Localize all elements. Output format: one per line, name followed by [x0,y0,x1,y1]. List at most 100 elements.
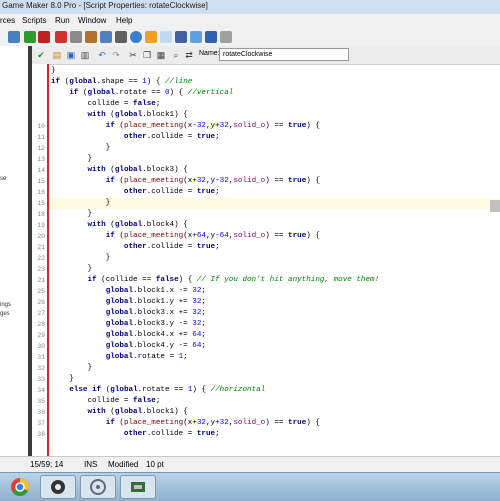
code-line[interactable]: 27 global.block3.x += 32; [37,308,500,319]
code-line[interactable]: 29 global.block4.x += 64; [37,330,500,341]
background-icon[interactable] [85,31,97,43]
code-line[interactable]: if (global.shape == 1) { //line [49,77,500,88]
replace-icon[interactable]: ⇄ [183,49,195,61]
debug-icon[interactable] [38,31,50,43]
code-line[interactable]: 26 global.block1.y += 32; [37,297,500,308]
code-text: other.collide = true; [123,243,220,251]
code-text: other.collide = true; [123,188,220,196]
print-icon[interactable]: ▥ [79,49,91,61]
timeline-icon[interactable] [160,31,172,43]
font-size: 10 pt [146,460,164,469]
code-line[interactable]: 16 other.collide = true; [37,187,500,198]
code-line[interactable]: 11 other.collide = true; [37,132,500,143]
code-line[interactable]: 10 if (place_meeting(x-32,y+32,solid_o) … [37,121,500,132]
code-text: if (place_meeting(x+32,y+32,solid_o) == … [105,419,320,427]
sound-icon[interactable] [70,31,82,43]
paste-icon[interactable]: ▦ [155,49,167,61]
extensions-icon[interactable] [205,31,217,43]
code-lines: } if (global.shape == 1) { //line if (glo… [37,66,500,440]
code-text: } [51,210,93,218]
menu-scripts[interactable]: Scripts [22,16,46,25]
settings-icon[interactable] [190,31,202,43]
code-line[interactable]: 14 with (global.block3) { [37,165,500,176]
code-line[interactable]: 15 } [37,198,500,209]
script-icon[interactable] [115,31,127,43]
code-line[interactable]: 13 } [37,154,500,165]
help-icon[interactable] [220,31,232,43]
code-line[interactable]: 12 } [37,143,500,154]
resource-tree-item[interactable]: ges [0,311,10,317]
code-line[interactable]: 23 } [37,264,500,275]
code-text: collide = false; [51,100,161,108]
copy-icon[interactable]: ❐ [141,49,153,61]
line-number: 15 [37,200,45,207]
line-number: 21 [37,277,45,284]
code-line[interactable]: 36 with (global.block1) { [37,407,500,418]
code-line[interactable]: 19 with (global.block4) { [37,220,500,231]
line-number: 13 [37,156,45,163]
run-icon[interactable] [24,31,36,43]
code-line[interactable]: 20 if (place_meeting(x+64,y-64,solid_o) … [37,231,500,242]
code-line[interactable]: 32 } [37,363,500,374]
code-line[interactable]: 35 collide = false; [37,396,500,407]
line-number: 12 [37,145,45,152]
menu-bar: rces Scripts Run Window Help [0,14,500,29]
line-number: 25 [37,288,45,295]
code-text: } [51,144,111,152]
recorder-icon[interactable] [80,475,116,499]
game-maker-icon[interactable] [40,475,76,499]
save-icon[interactable]: ▣ [65,49,77,61]
line-number: 15 [37,178,45,185]
undo-icon[interactable]: ↶ [96,49,108,61]
code-line[interactable]: 28 global.block3.y -= 32; [37,319,500,330]
code-line[interactable]: 22 } [37,253,500,264]
script-name-input[interactable]: rotateClockwise [219,48,349,61]
sprite-icon[interactable] [55,31,67,43]
code-line[interactable]: 18 } [37,209,500,220]
menu-run[interactable]: Run [55,16,70,25]
scrollbar-thumb[interactable] [490,200,500,212]
code-line[interactable]: 33 } [37,374,500,385]
menu-window[interactable]: Window [78,16,106,25]
redo-icon[interactable]: ↷ [110,49,122,61]
code-line[interactable]: 21 other.collide = true; [37,242,500,253]
code-text: global.block1.x -= 32; [105,287,206,295]
code-text: other.collide = true; [123,430,220,438]
code-text: } [51,364,93,372]
code-line[interactable]: if (global.rotate == 0) { //vertical [49,88,500,99]
code-line[interactable]: 34 else if (global.rotate == 1) { //hori… [37,385,500,396]
game-icon[interactable] [120,475,156,499]
menu-help[interactable]: Help [116,16,132,25]
code-text: if (place_meeting(x-32,y+32,solid_o) == … [105,122,320,130]
resource-tree-item[interactable]: se [0,176,6,182]
code-line[interactable]: 38 other.collide = true; [37,429,500,440]
code-line[interactable]: with (global.block1) { [49,110,500,121]
chrome-icon[interactable] [2,475,38,499]
object-icon[interactable] [130,31,142,43]
find-icon[interactable]: ⌕ [170,49,182,61]
menu-resources[interactable]: rces [0,16,15,25]
code-line[interactable]: 31 global.rotate = 1; [37,352,500,363]
code-text: global.block4.y -= 64; [105,342,206,350]
line-number: 23 [37,266,45,273]
resource-tree-item[interactable]: ings [0,302,11,308]
code-line[interactable]: 30 global.block4.y -= 64; [37,341,500,352]
ok-check-icon[interactable]: ✔ [35,49,47,61]
load-icon[interactable]: ▤ [51,49,63,61]
modified-indicator: Modified [108,460,139,469]
code-line[interactable]: 25 global.block1.x -= 32; [37,286,500,297]
room-icon[interactable] [175,31,187,43]
code-line[interactable]: 15 if (place_meeting(x+32,y-32,solid_o) … [37,176,500,187]
code-editor[interactable]: } if (global.shape == 1) { //line if (glo… [32,64,500,456]
main-toolbar [0,28,500,47]
cursor-position: 15/59: 14 [30,460,64,469]
cut-icon[interactable]: ✂ [127,49,139,61]
code-line[interactable]: collide = false; [49,99,500,110]
code-line[interactable]: 21 if (collide == false) { // If you don… [37,275,500,286]
code-text: global.rotate = 1; [105,353,188,361]
open-icon[interactable] [8,31,20,43]
code-line[interactable]: 37 if (place_meeting(x+32,y+32,solid_o) … [37,418,500,429]
font-icon[interactable] [145,31,157,43]
code-line[interactable]: } [49,66,500,77]
path-icon[interactable] [100,31,112,43]
